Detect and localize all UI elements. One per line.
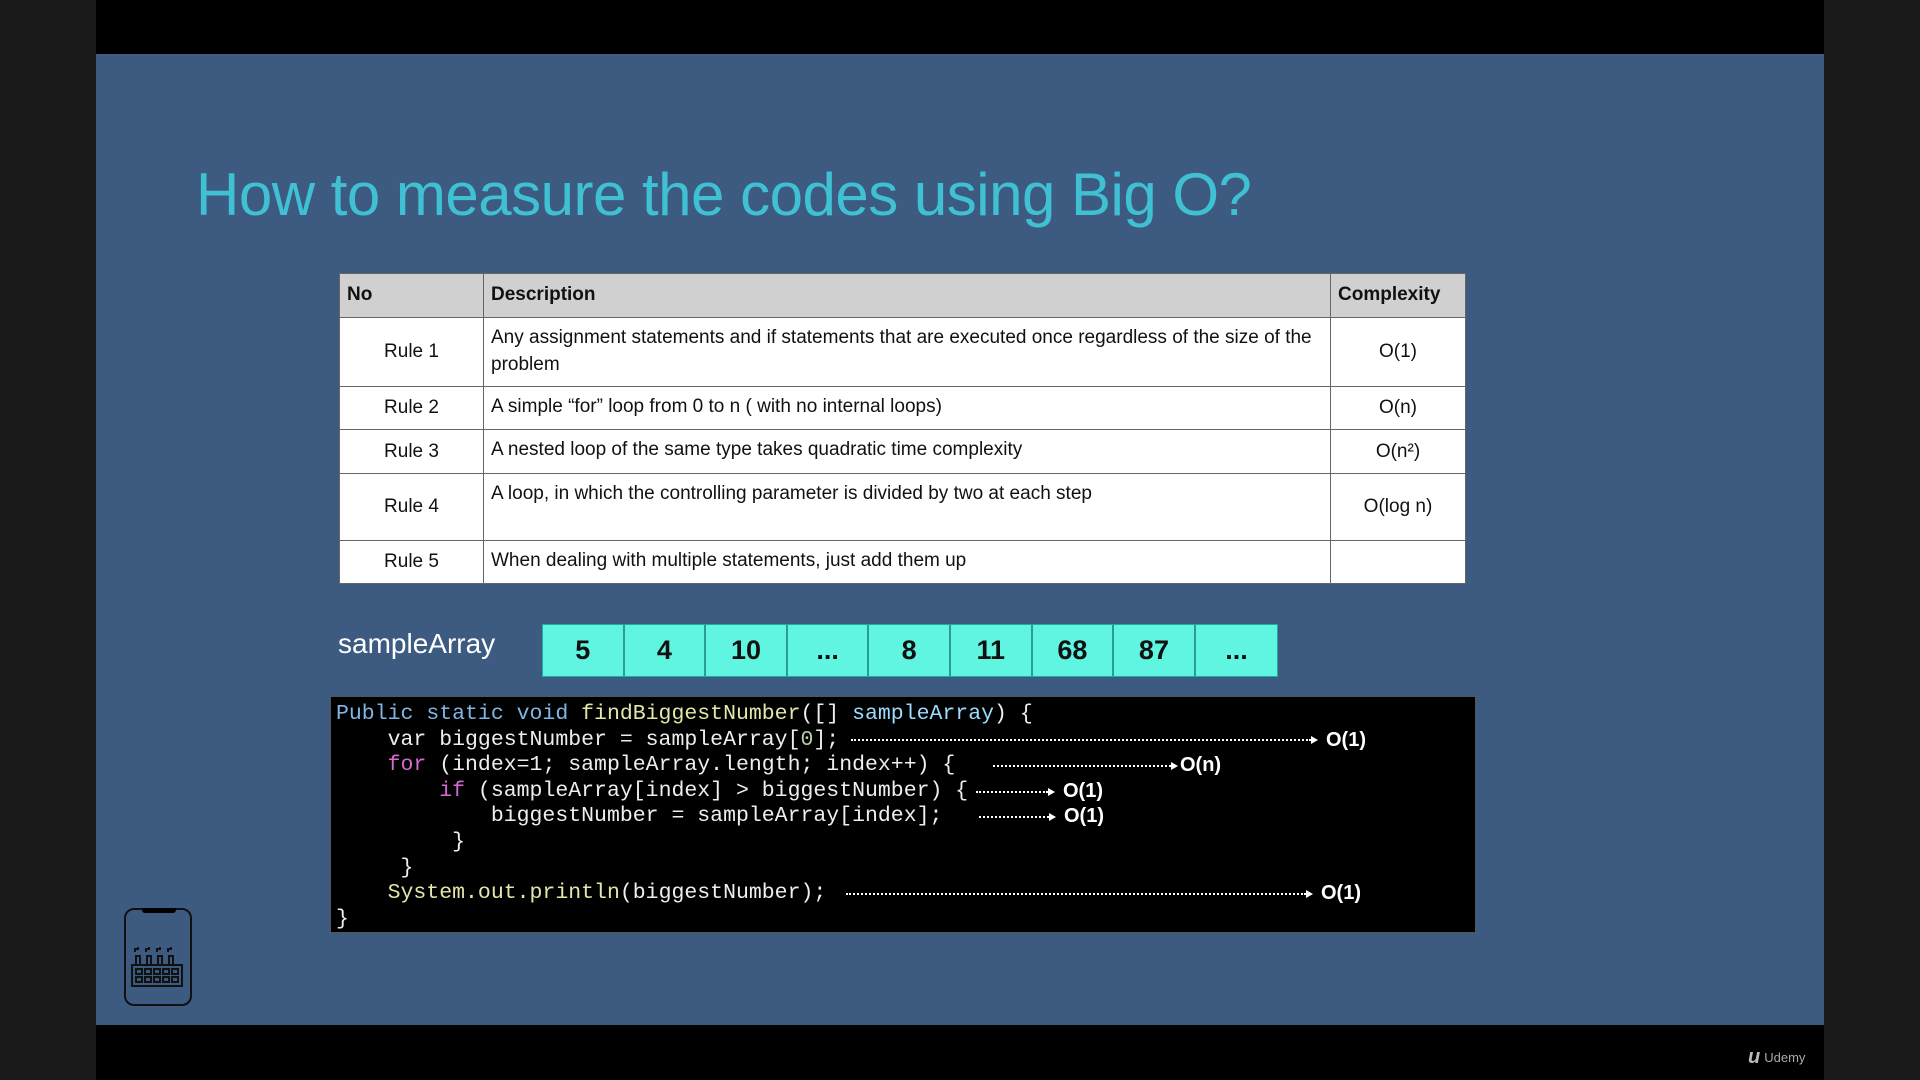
rule-description: A nested loop of the same type takes qua… <box>483 429 1331 474</box>
array-cell: ... <box>1195 625 1278 676</box>
code-line: var biggestNumber = sampleArray[0]; O(1) <box>336 728 1475 754</box>
array-cell: 8 <box>869 625 951 676</box>
array-cell: 5 <box>543 625 625 676</box>
code-text: ) { <box>994 702 1033 726</box>
rule-description: When dealing with multiple statements, j… <box>483 540 1331 584</box>
table-header: No Description Complexity <box>339 273 1466 318</box>
udemy-logo: u Udemy <box>1748 1046 1805 1069</box>
code-line: } <box>336 855 414 880</box>
code-keyword: Public static void <box>336 702 582 726</box>
rule-no: Rule 5 <box>339 540 484 584</box>
complexity-annotation: O(1) <box>979 804 1104 830</box>
code-text: (index=1; sampleArray.length; index++) { <box>426 753 956 778</box>
table-row: Rule 4 A loop, in which the controlling … <box>339 473 1466 541</box>
right-border <box>1824 0 1920 1080</box>
complexity-annotation: O(1) <box>846 881 1361 907</box>
code-text: ]; <box>813 727 840 752</box>
array-cell: 11 <box>950 625 1033 676</box>
code-text: biggestNumber = sampleArray[index]; <box>336 804 943 829</box>
code-param: sampleArray <box>852 702 995 726</box>
phone-factory-icon <box>124 908 192 1006</box>
udemy-logo-mark: u <box>1748 1046 1761 1068</box>
code-block: Public static void findBiggestNumber([] … <box>330 696 1476 933</box>
complexity-annotation: O(1) <box>976 779 1103 805</box>
annotation-label: O(1) <box>1064 805 1104 828</box>
code-function: findBiggestNumber <box>581 702 801 726</box>
code-number: 0 <box>800 727 814 752</box>
table-row: Rule 3 A nested loop of the same type ta… <box>339 429 1466 474</box>
array-cell: ... <box>787 625 870 676</box>
array-cell: 4 <box>624 625 707 676</box>
array-label: sampleArray <box>338 628 496 659</box>
annotation-label: O(1) <box>1326 728 1366 751</box>
rule-description: A simple “for” loop from 0 to n ( with n… <box>483 386 1331 430</box>
annotation-label: O(1) <box>1063 779 1103 802</box>
code-keyword: if <box>439 778 466 803</box>
table-row: Rule 5 When dealing with multiple statem… <box>339 540 1466 584</box>
code-line: for (index=1; sampleArray.length; index+… <box>336 753 1475 779</box>
rule-complexity: O(1) <box>1330 317 1466 387</box>
table-row: Rule 2 A simple “for” loop from 0 to n (… <box>339 386 1466 430</box>
code-function: System.out.println <box>387 881 620 906</box>
rule-no: Rule 4 <box>339 473 484 541</box>
complexity-annotation: O(n) <box>993 753 1221 779</box>
left-border <box>0 0 96 1080</box>
rule-complexity: O(n) <box>1330 386 1466 430</box>
array-cell: 10 <box>706 625 788 676</box>
array-cell: 87 <box>1114 625 1196 676</box>
code-line: System.out.println(biggestNumber); O(1) <box>336 881 1475 907</box>
big-o-rules-table: No Description Complexity Rule 1 Any ass… <box>339 273 1466 584</box>
rule-no: Rule 2 <box>339 386 484 430</box>
factory-icon <box>131 947 183 987</box>
header-no: No <box>339 273 484 318</box>
complexity-annotation: O(1) <box>851 728 1366 754</box>
code-line: Public static void findBiggestNumber([] … <box>336 702 1475 728</box>
rule-description: Any assignment statements and if stateme… <box>483 317 1331 387</box>
table-row: Rule 1 Any assignment statements and if … <box>339 317 1466 387</box>
phone-notch <box>142 908 176 913</box>
rule-complexity <box>1330 540 1466 584</box>
slide-title: How to measure the codes using Big O? <box>196 161 1252 228</box>
code-text: (biggestNumber); <box>619 881 827 906</box>
array-cell: 68 <box>1032 625 1115 676</box>
rule-complexity: O(log n) <box>1330 473 1466 541</box>
header-complexity: Complexity <box>1330 273 1466 318</box>
code-line: } <box>336 829 466 854</box>
rule-no: Rule 3 <box>339 429 484 474</box>
annotation-label: O(1) <box>1321 882 1361 905</box>
code-keyword: for <box>387 753 427 778</box>
code-text: (sampleArray[index] > biggestNumber) { <box>465 778 969 803</box>
header-description: Description <box>483 273 1331 318</box>
code-line: } <box>336 906 349 931</box>
sample-array: 5 4 10 ... 8 11 68 87 ... <box>542 624 1279 677</box>
annotation-label: O(n) <box>1180 754 1222 777</box>
rule-no: Rule 1 <box>339 317 484 387</box>
udemy-logo-text: Udemy <box>1764 1050 1806 1065</box>
code-text: var biggestNumber = sampleArray[ <box>336 727 801 752</box>
rule-description: A loop, in which the controlling paramet… <box>483 473 1331 541</box>
code-text: ([] <box>800 702 853 726</box>
rule-complexity: O(n²) <box>1330 429 1466 474</box>
code-line: biggestNumber = sampleArray[index]; O(1) <box>336 804 1475 830</box>
code-line: if (sampleArray[index] > biggestNumber) … <box>336 779 1475 805</box>
